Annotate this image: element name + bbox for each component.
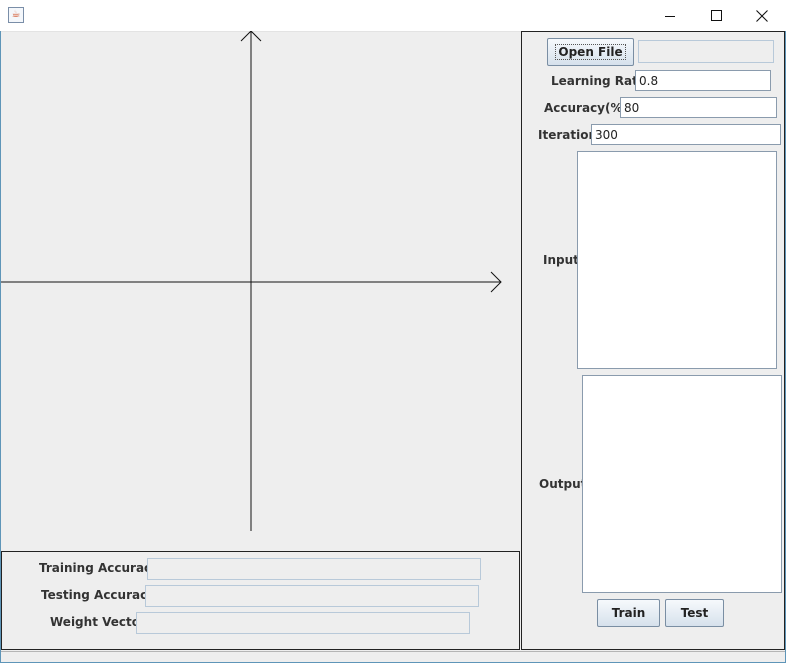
accuracy-label: Accuracy(%) — [544, 101, 628, 115]
close-button[interactable] — [739, 0, 785, 31]
close-icon — [756, 9, 768, 22]
output-textarea[interactable] — [582, 375, 782, 593]
iteration-input[interactable] — [591, 124, 781, 145]
minimize-button[interactable] — [647, 0, 693, 31]
axes — [1, 31, 502, 531]
learning-rate-label: Learning Rate — [551, 74, 646, 88]
minimize-icon — [665, 15, 675, 17]
training-accuracy-field[interactable] — [147, 558, 481, 580]
open-file-button[interactable]: Open File — [547, 38, 634, 66]
controls-panel: Open File Learning Rate Accuracy(%) Iter… — [521, 31, 785, 650]
status-bar — [1, 651, 785, 662]
maximize-button[interactable] — [693, 0, 739, 31]
java-cup-icon[interactable]: ☕ — [8, 7, 24, 23]
accuracy-input[interactable] — [620, 97, 777, 118]
iteration-label: Iteration — [538, 128, 597, 142]
weight-vector-label: Weight Vector — [50, 615, 146, 629]
plot-canvas[interactable] — [1, 31, 520, 550]
title-bar: ☕ — [0, 0, 786, 32]
maximize-icon — [710, 10, 722, 21]
input-label: Input — [543, 253, 579, 267]
file-path-field[interactable] — [638, 40, 774, 63]
input-textarea[interactable] — [577, 151, 777, 369]
testing-accuracy-label: Testing Accuracy — [41, 588, 156, 602]
open-file-label: Open File — [555, 44, 626, 60]
testing-accuracy-field[interactable] — [145, 585, 479, 607]
weight-vector-field[interactable] — [136, 612, 470, 634]
test-button[interactable]: Test — [665, 599, 724, 627]
learning-rate-input[interactable] — [635, 70, 771, 91]
results-panel: Training Accuracy Testing Accuracy Weigh… — [1, 551, 520, 650]
output-label: Output — [539, 477, 587, 491]
training-accuracy-label: Training Accuracy — [39, 561, 159, 575]
train-button[interactable]: Train — [597, 599, 660, 627]
